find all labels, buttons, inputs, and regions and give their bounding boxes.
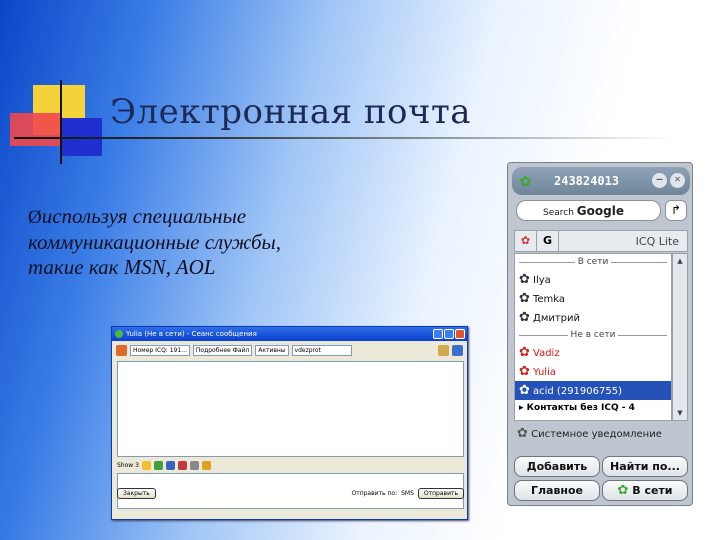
flower-icon: ✿ xyxy=(519,272,530,287)
message-window-title: Yulia (Не в сети) - Сеанс сообщения xyxy=(126,330,257,338)
system-notification[interactable]: ✿ Системное уведомление xyxy=(514,424,688,444)
icq-flower-icon xyxy=(115,330,123,338)
close-window-button[interactable] xyxy=(455,329,465,339)
search-prefix: Search xyxy=(543,208,574,218)
font-size-label[interactable]: Show 3 xyxy=(117,462,139,469)
close-button[interactable]: ✕ xyxy=(670,173,685,188)
flower-icon: ✿ xyxy=(519,364,530,379)
contact-acid[interactable]: ✿ acid (291906755) xyxy=(515,381,671,400)
color-icon[interactable] xyxy=(153,460,163,470)
contact-info-icon[interactable] xyxy=(438,344,449,356)
slide-title: Электронная почта xyxy=(110,92,472,132)
flower-icon: ✿ xyxy=(519,310,530,325)
icq-flower-icon: ✿ xyxy=(520,170,531,191)
contact-scrollbar[interactable]: ▲ ▼ xyxy=(672,253,688,421)
send-button[interactable]: Отправить xyxy=(417,487,464,499)
flower-icon: ✿ xyxy=(517,426,528,441)
icq-button-row-1: Добавить Найти по... xyxy=(514,456,688,477)
contact-yulia[interactable]: ✿ Yulia xyxy=(515,362,671,381)
message-history-pane[interactable] xyxy=(117,361,464,457)
minimize-button[interactable] xyxy=(433,329,443,339)
tab-g-icon[interactable]: G xyxy=(537,231,559,251)
sms-label[interactable]: SMS xyxy=(401,490,414,497)
status-field[interactable]: vdezprot xyxy=(291,344,352,356)
tab-icq-lite[interactable]: ICQ Lite xyxy=(559,235,687,248)
offline-header: Не в сети xyxy=(515,327,671,343)
flower-icon: ✿ xyxy=(519,383,530,398)
decor-vertical-line xyxy=(60,80,62,164)
flower-icon xyxy=(116,344,127,356)
main-menu-button[interactable]: Главное xyxy=(514,480,600,501)
history-icon[interactable] xyxy=(452,344,463,356)
window-controls xyxy=(433,329,465,339)
bullet-arrow-icon: Ø xyxy=(28,207,42,228)
search-go-button[interactable]: ↱ xyxy=(665,200,687,221)
online-header: В сети xyxy=(515,254,671,270)
scroll-up-icon: ▲ xyxy=(677,257,683,265)
to-field[interactable]: Активны xyxy=(255,344,289,356)
message-toolbar: Номер ICQ: 191... Подробнее Файл Активны… xyxy=(112,341,467,359)
icq-number-field[interactable]: Номер ICQ: 191... xyxy=(130,344,190,356)
scroll-down-icon: ▼ xyxy=(677,409,683,417)
slide-bullet: Øиспользуя специальные коммуникационные … xyxy=(28,204,328,280)
bold-icon[interactable] xyxy=(165,460,175,470)
contact-vadiz[interactable]: ✿ Vadiz xyxy=(515,343,671,362)
history-button[interactable]: Подробнее Файл xyxy=(192,344,253,356)
contact-temka[interactable]: ✿ Temka xyxy=(515,289,671,308)
icq-window: ✿ 243824013 – ✕ Search Google ↱ ✿ G ICQ … xyxy=(507,162,693,506)
add-button[interactable]: Добавить xyxy=(514,456,600,477)
flower-icon: ✿ xyxy=(519,291,530,306)
contact-dmitriy[interactable]: ✿ Дмитрий xyxy=(515,308,671,327)
flower-icon: ✿ xyxy=(617,483,629,498)
send-bar: Закрыть Отправить по: SMS Отправить xyxy=(117,486,464,500)
google-logo: Google xyxy=(576,204,624,218)
underline-icon[interactable] xyxy=(189,460,199,470)
italic-icon[interactable] xyxy=(177,460,187,470)
group-no-icq[interactable]: ▸ Контакты без ICQ - 4 xyxy=(515,400,671,416)
icq-uin: 243824013 xyxy=(554,174,620,188)
smiley-icon[interactable] xyxy=(141,460,151,470)
decor-title-underline xyxy=(14,137,674,139)
close-button[interactable]: Закрыть xyxy=(117,487,156,499)
decor-red-square xyxy=(10,113,60,146)
flower-icon: ✿ xyxy=(519,345,530,360)
maximize-button[interactable] xyxy=(444,329,454,339)
icq-button-row-2: Главное ✿ В сети xyxy=(514,480,688,501)
send-options: Отправить по: SMS Отправить xyxy=(351,487,464,499)
bullet-text: используя специальные коммуникационные с… xyxy=(28,204,281,279)
message-window: Yulia (Не в сети) - Сеанс сообщения Номе… xyxy=(111,326,468,520)
contact-ilya[interactable]: ✿ Ilya xyxy=(515,270,671,289)
send-via-label: Отправить по: xyxy=(351,489,398,497)
message-window-titlebar[interactable]: Yulia (Не в сети) - Сеанс сообщения xyxy=(112,327,467,341)
find-button[interactable]: Найти по... xyxy=(602,456,688,477)
attach-icon[interactable] xyxy=(201,460,211,470)
icq-titlebar[interactable]: ✿ 243824013 – ✕ xyxy=(512,167,690,195)
google-search-input[interactable]: Search Google xyxy=(516,200,661,221)
contact-list: В сети ✿ Ilya ✿ Temka ✿ Дмитрий Не в сети ✿… xyxy=(514,253,672,421)
icq-tabs: ✿ G ICQ Lite xyxy=(514,230,688,252)
status-button[interactable]: ✿ В сети xyxy=(602,480,688,501)
minimize-button[interactable]: – xyxy=(652,173,667,188)
format-toolbar: Show 3 xyxy=(117,459,464,471)
tab-flower-icon[interactable]: ✿ xyxy=(515,231,537,251)
